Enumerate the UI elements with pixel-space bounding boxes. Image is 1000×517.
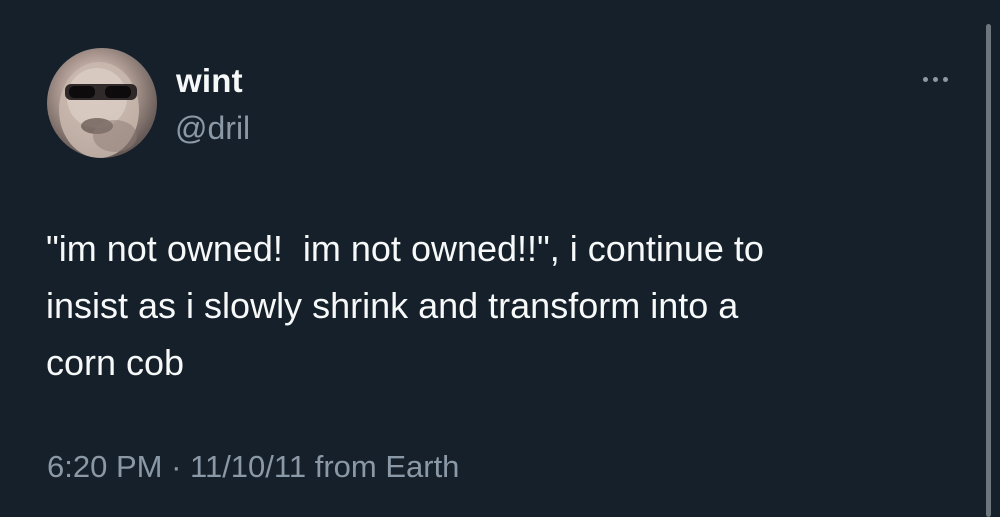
more-horizontal-icon [932, 76, 938, 82]
more-horizontal-icon [942, 76, 948, 82]
display-name[interactable]: wint [176, 62, 243, 100]
meta-separator: · [162, 449, 191, 484]
tweet-time[interactable]: 6:20 PM [47, 449, 162, 484]
avatar-icon [59, 62, 139, 158]
tweet-source: from Earth [314, 449, 460, 484]
tweet-metadata: 6:20 PM · 11/10/11 from Earth [47, 449, 459, 485]
tweet-date[interactable]: 11/10/11 [190, 449, 306, 484]
more-options-button[interactable] [912, 64, 958, 94]
tweet: wint @dril "im not owned! im not owned!!… [0, 0, 1000, 517]
tweet-text: "im not owned! im not owned!!", i contin… [46, 228, 764, 383]
scrollbar[interactable] [986, 24, 991, 517]
more-horizontal-icon [922, 76, 928, 82]
user-handle[interactable]: @dril [175, 110, 250, 147]
avatar[interactable] [47, 48, 157, 158]
